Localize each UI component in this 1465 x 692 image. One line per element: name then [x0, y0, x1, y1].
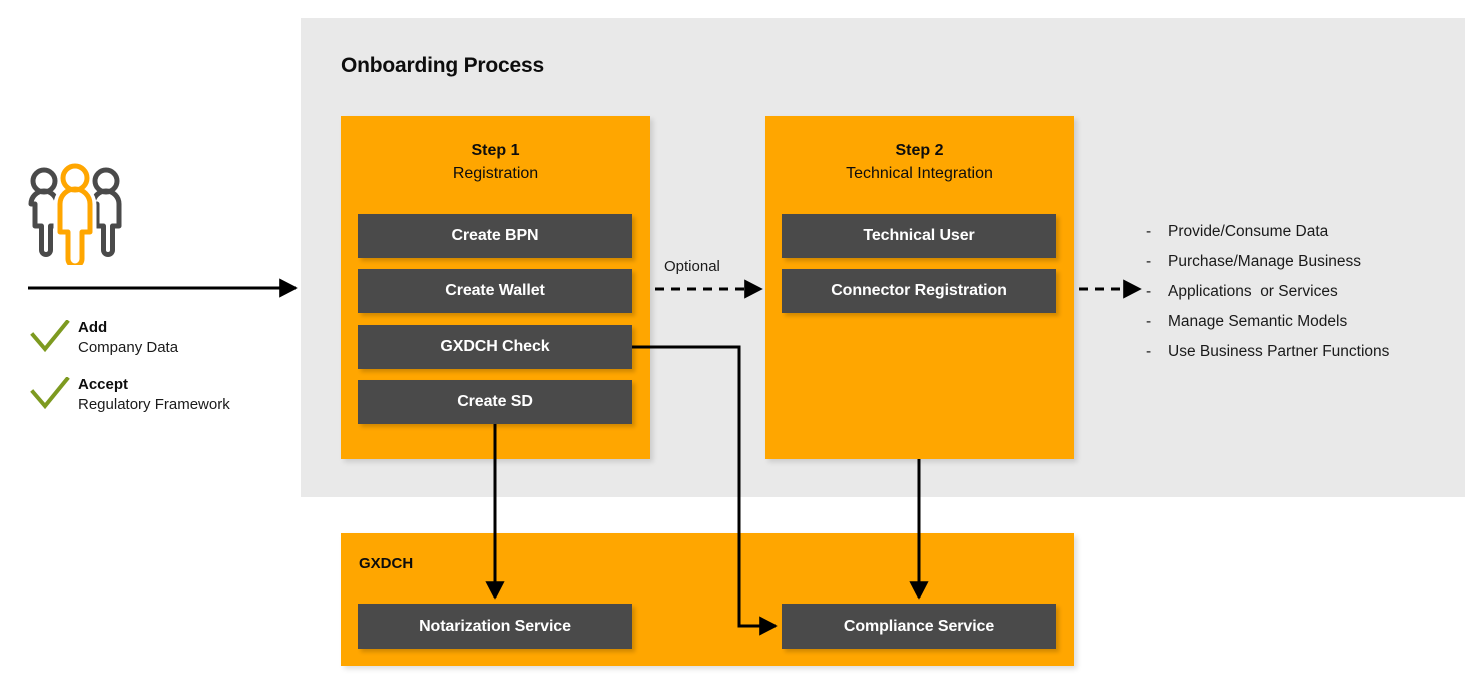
bullet-dash: -	[1146, 283, 1152, 300]
capabilities-list: - Provide/Consume Data - Purchase/Manage…	[1146, 217, 1389, 367]
list-item: - Applications or Services	[1146, 277, 1389, 307]
step-1-heading: Step 1 Registration	[341, 140, 650, 186]
bullet-dash: -	[1146, 253, 1152, 270]
gxdch-title: GXDCH	[359, 555, 414, 572]
check-icon	[30, 377, 70, 410]
list-item-label: Applications or Services	[1168, 283, 1338, 300]
check-item-add-title: Add	[78, 319, 108, 336]
check-item-accept-text: Accept Regulatory Framework	[78, 375, 230, 415]
people-group-icon	[28, 160, 122, 265]
step-2-heading: Step 2 Technical Integration	[765, 140, 1074, 186]
list-item: - Provide/Consume Data	[1146, 217, 1389, 247]
check-item-accept-subtitle: Regulatory Framework	[78, 396, 230, 413]
page-title: Onboarding Process	[341, 54, 544, 77]
bullet-dash: -	[1146, 313, 1152, 330]
bullet-dash: -	[1146, 223, 1152, 240]
button-create-bpn[interactable]: Create BPN	[358, 214, 632, 258]
check-item-add-text: Add Company Data	[78, 318, 178, 358]
list-item: - Use Business Partner Functions	[1146, 337, 1389, 367]
button-compliance-service[interactable]: Compliance Service	[782, 604, 1056, 649]
step-1-title: Step 1	[471, 142, 520, 159]
step-1-subtitle: Registration	[452, 165, 539, 182]
check-item-accept: Accept Regulatory Framework	[30, 375, 230, 415]
bullet-dash: -	[1146, 343, 1152, 360]
button-connector-registration[interactable]: Connector Registration	[782, 269, 1056, 313]
list-item: - Manage Semantic Models	[1146, 307, 1389, 337]
diagram-canvas: Onboarding Process Step 1 Registration S…	[0, 0, 1465, 692]
button-technical-user[interactable]: Technical User	[782, 214, 1056, 258]
button-create-wallet[interactable]: Create Wallet	[358, 269, 632, 313]
list-item-label: Provide/Consume Data	[1168, 223, 1329, 240]
button-notarization-service[interactable]: Notarization Service	[358, 604, 632, 649]
button-create-sd[interactable]: Create SD	[358, 380, 632, 424]
list-item-label: Manage Semantic Models	[1168, 313, 1348, 330]
step-2-subtitle: Technical Integration	[846, 165, 993, 182]
check-item-add-subtitle: Company Data	[78, 339, 179, 356]
list-item: - Purchase/Manage Business	[1146, 247, 1389, 277]
check-icon	[30, 320, 70, 353]
list-item-label: Purchase/Manage Business	[1168, 253, 1362, 270]
list-item-label: Use Business Partner Functions	[1168, 343, 1390, 360]
step-2-title: Step 2	[895, 142, 944, 159]
button-gxdch-check[interactable]: GXDCH Check	[358, 325, 632, 369]
check-item-accept-title: Accept	[78, 376, 129, 393]
optional-connector-label: Optional	[664, 258, 720, 275]
check-item-add: Add Company Data	[30, 318, 178, 358]
